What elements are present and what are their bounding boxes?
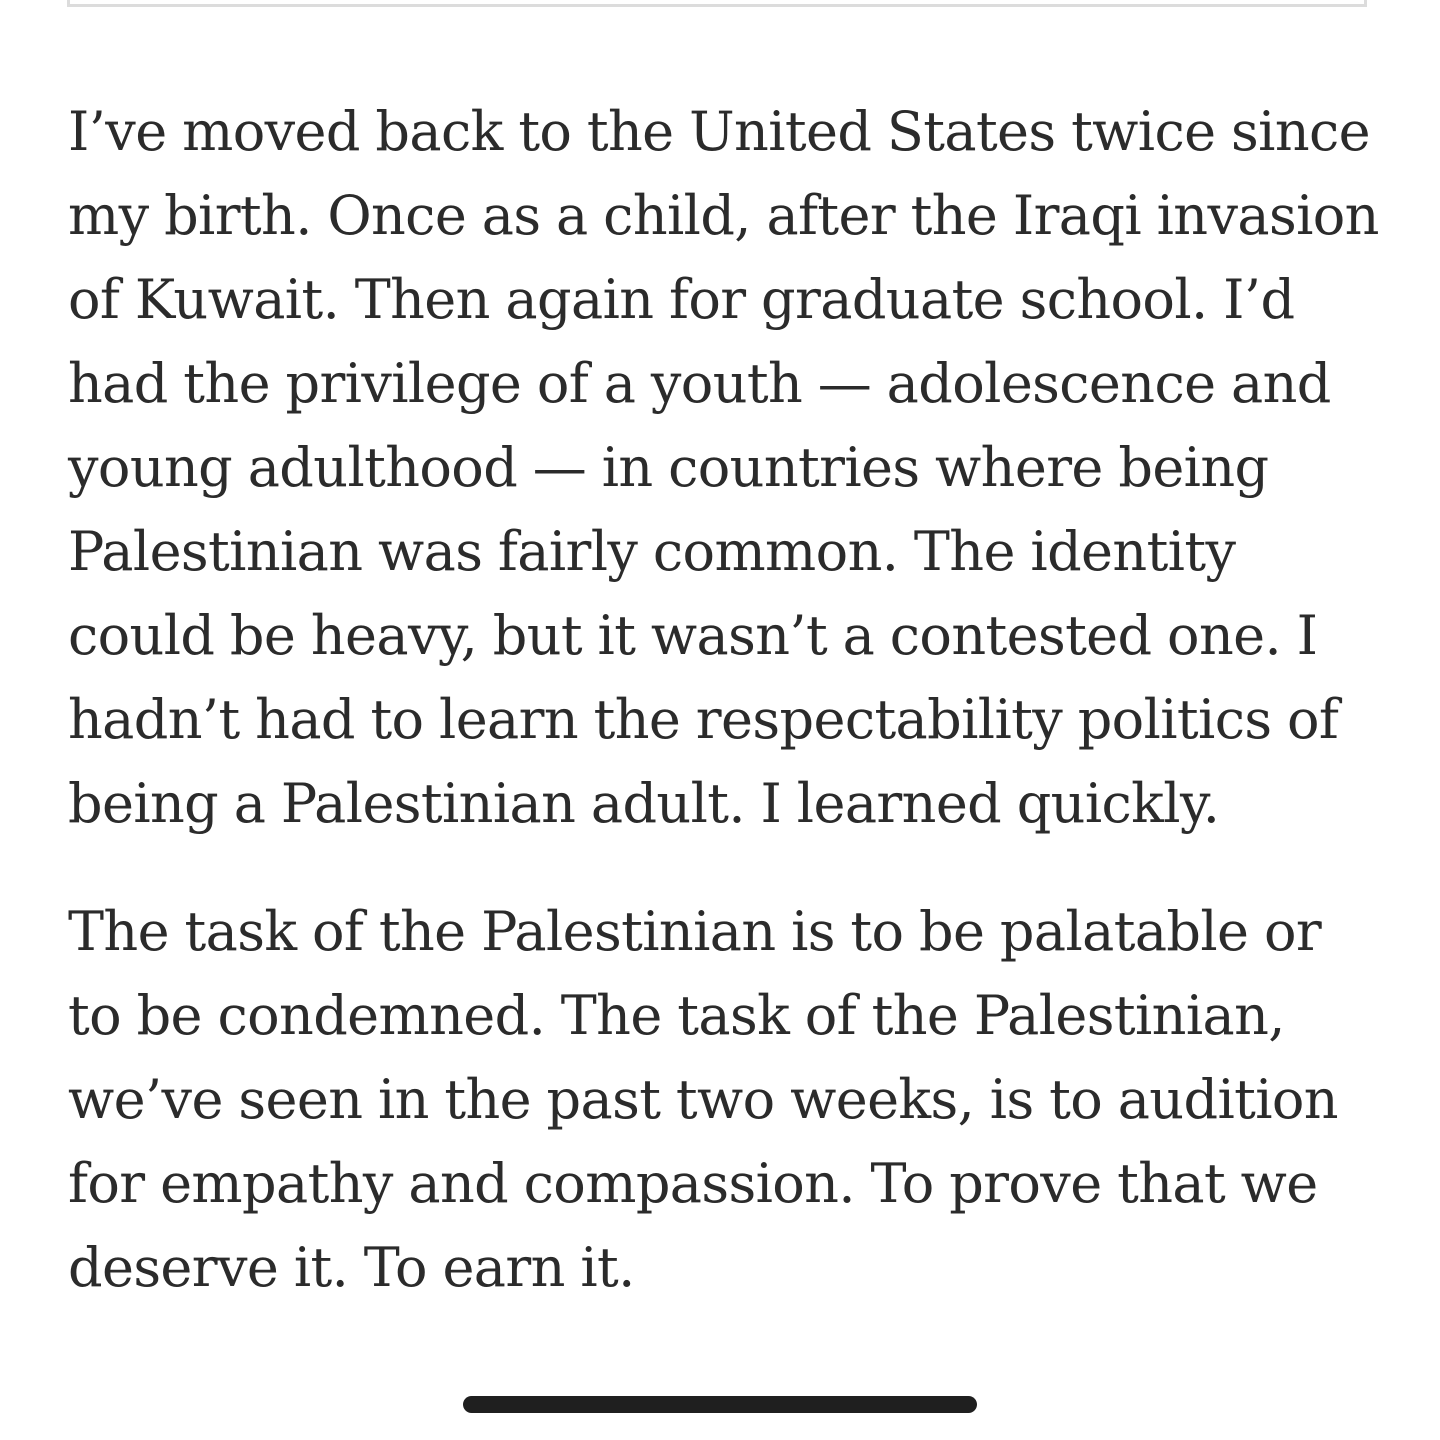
embedded-content-box [67, 0, 1367, 7]
home-indicator-bar[interactable] [463, 1396, 977, 1413]
article-body: I’ve moved back to the United States twi… [68, 90, 1388, 1310]
article-paragraph-2: The task of the Palestinian is to be pal… [68, 900, 1339, 1299]
article-paragraph-1: I’ve moved back to the United States twi… [68, 100, 1379, 835]
